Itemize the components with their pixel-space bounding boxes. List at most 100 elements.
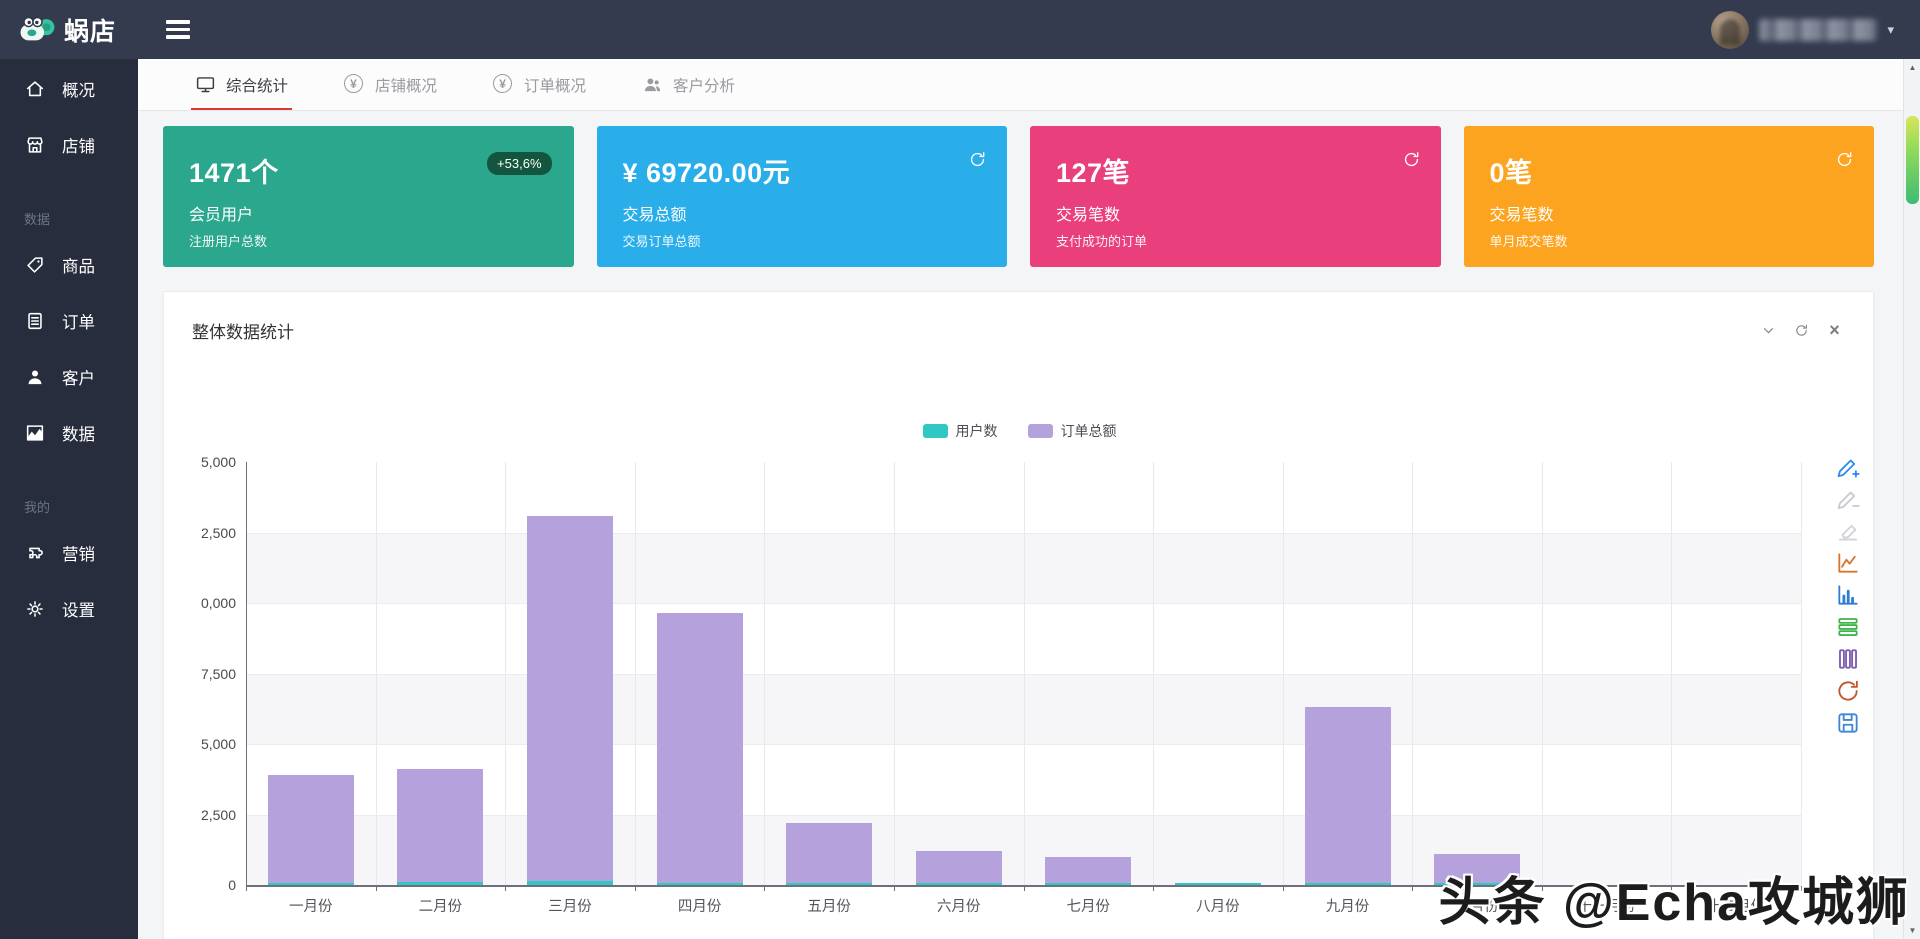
x-tick-label: 八月份: [1153, 895, 1283, 916]
y-tick-label: 7,500: [176, 666, 236, 682]
bar-order-amount-五月份[interactable]: [786, 823, 872, 885]
toolbox-tiled-icon[interactable]: [1835, 646, 1861, 672]
sidebar-toggle-hamburger-icon[interactable]: [160, 14, 196, 45]
stat-title: 会员用户: [189, 201, 548, 225]
bar-order-amount-四月份[interactable]: [657, 613, 743, 885]
sidebar-item-data[interactable]: 数据: [0, 405, 138, 461]
area-chart-icon: [24, 422, 46, 444]
y-tick-label: 5,000: [176, 454, 236, 470]
bar-order-amount-七月份[interactable]: [1045, 857, 1131, 885]
toolbox-restore-icon[interactable]: [1835, 678, 1861, 704]
yen-circle-icon: ¥: [493, 74, 514, 95]
brand-name: 蜗店: [64, 12, 116, 48]
refresh-icon[interactable]: [1402, 150, 1421, 169]
y-tick-label: 2,500: [176, 525, 236, 541]
chevron-down-icon: ▾: [1887, 22, 1894, 38]
bar-user-count-一月份[interactable]: [268, 883, 354, 885]
x-tick-label: 五月份: [764, 895, 894, 916]
x-axis-tick: [1153, 886, 1154, 891]
bar-order-amount-一月份[interactable]: [268, 775, 354, 885]
chevron-down-icon[interactable]: [1760, 322, 1777, 339]
user-menu[interactable]: ▾: [1711, 0, 1894, 59]
tab-shop-overview[interactable]: ¥店铺概况: [344, 59, 437, 110]
bar-user-count-六月份[interactable]: [916, 883, 1002, 885]
sidebar-item-settings[interactable]: 设置: [0, 581, 138, 637]
bar-order-amount-三月份[interactable]: [527, 516, 613, 885]
panel-title: 整体数据统计: [192, 318, 294, 343]
stat-cards-row: 1471个+53,6%会员用户注册用户总数¥ 69720.00元交易总额交易订单…: [163, 126, 1874, 267]
bar-user-count-二月份[interactable]: [397, 882, 483, 885]
bar-user-count-七月份[interactable]: [1045, 883, 1131, 885]
sidebar-item-orders[interactable]: 订单: [0, 293, 138, 349]
bar-user-count-四月份[interactable]: [657, 883, 743, 886]
gridline-v: [376, 462, 377, 885]
bar-user-count-八月份[interactable]: [1175, 883, 1261, 885]
toolbox-save-icon[interactable]: [1835, 710, 1861, 736]
toolbox-bar-chart-icon[interactable]: [1835, 582, 1861, 608]
tab-customer-analysis[interactable]: 客户分析: [642, 59, 735, 110]
gridline-v: [1671, 462, 1672, 885]
legend-label: 用户数: [956, 421, 998, 441]
sidebar-item-shop[interactable]: 店铺: [0, 117, 138, 173]
tab-bar: 综合统计 ¥店铺概况 ¥订单概况 客户分析: [138, 59, 1903, 111]
brand: 蜗店: [0, 12, 138, 48]
tab-label: 客户分析: [673, 74, 735, 96]
gridline-v: [1283, 462, 1284, 885]
toolbox-pencil-minus-icon[interactable]: [1835, 486, 1861, 512]
x-axis-tick: [1412, 886, 1413, 891]
panel-header: 整体数据统计 ×: [164, 292, 1873, 343]
legend-item[interactable]: 用户数: [923, 421, 998, 441]
sidebar-item-customers[interactable]: 客户: [0, 349, 138, 405]
sidebar-section-label: 我的: [0, 461, 138, 525]
x-tick-label: 七月份: [1024, 895, 1154, 916]
bar-user-count-九月份[interactable]: [1305, 883, 1391, 885]
x-tick-label: 二月份: [376, 895, 506, 916]
user-avatar[interactable]: [1711, 11, 1749, 49]
refresh-icon[interactable]: [1835, 150, 1854, 169]
sidebar-item-label: 概况: [62, 77, 95, 101]
chart-plot-area[interactable]: 5,0002,5000,0007,5005,0002,5000一月份二月份三月份…: [246, 462, 1801, 885]
stat-card-trade-count: 127笔交易笔数支付成功的订单: [1030, 126, 1441, 267]
toolbox-line-chart-icon[interactable]: [1835, 550, 1861, 576]
sidebar-item-goods[interactable]: 商品: [0, 237, 138, 293]
x-axis-tick: [894, 886, 895, 891]
growth-badge: +53,6%: [487, 152, 551, 175]
bar-order-amount-六月份[interactable]: [916, 851, 1002, 885]
toolbox-pencil-add-icon[interactable]: [1835, 454, 1861, 480]
watermark-text: 头条 @Echa攻城狮: [1439, 860, 1910, 935]
sidebar-item-overview[interactable]: 概况: [0, 61, 138, 117]
legend-label: 订单总额: [1061, 421, 1117, 441]
gridline-v: [1412, 462, 1413, 885]
bar-user-count-五月份[interactable]: [786, 883, 872, 885]
tab-order-overview[interactable]: ¥订单概况: [493, 59, 586, 110]
refresh-icon[interactable]: [968, 150, 987, 169]
stat-subtitle: 交易订单总额: [623, 231, 982, 250]
gear-icon: [24, 598, 46, 620]
scrollbar-thumb[interactable]: [1906, 116, 1919, 204]
y-tick-label: 0: [176, 877, 236, 893]
refresh-icon[interactable]: [1793, 322, 1810, 339]
sidebar-nav: 概况店铺数据商品订单客户数据我的营销设置: [0, 59, 138, 939]
snail-logo-icon: [18, 14, 56, 46]
sidebar-section-label: 数据: [0, 173, 138, 237]
tab-summary[interactable]: 综合统计: [195, 59, 288, 110]
bar-order-amount-二月份[interactable]: [397, 769, 483, 885]
close-icon[interactable]: ×: [1826, 322, 1843, 339]
scroll-up-arrow-icon[interactable]: ▲: [1904, 59, 1920, 76]
home-icon: [24, 78, 46, 100]
sidebar-item-marketing[interactable]: 营销: [0, 525, 138, 581]
y-tick-label: 2,500: [176, 807, 236, 823]
bar-user-count-三月份[interactable]: [527, 881, 613, 885]
sidebar-item-label: 营销: [62, 541, 95, 565]
toolbox-eraser-icon[interactable]: [1835, 518, 1861, 544]
stat-subtitle: 注册用户总数: [189, 231, 548, 250]
legend-item[interactable]: 订单总额: [1028, 421, 1117, 441]
x-axis-tick: [1283, 886, 1284, 891]
panel-tools: ×: [1760, 322, 1843, 339]
toolbox-stack-icon[interactable]: [1835, 614, 1861, 640]
bar-order-amount-九月份[interactable]: [1305, 707, 1391, 885]
x-tick-label: 四月份: [635, 895, 765, 916]
vertical-scrollbar[interactable]: ▲ ▼: [1903, 59, 1920, 939]
stat-subtitle: 支付成功的订单: [1056, 231, 1415, 250]
sidebar-item-label: 客户: [62, 365, 95, 389]
